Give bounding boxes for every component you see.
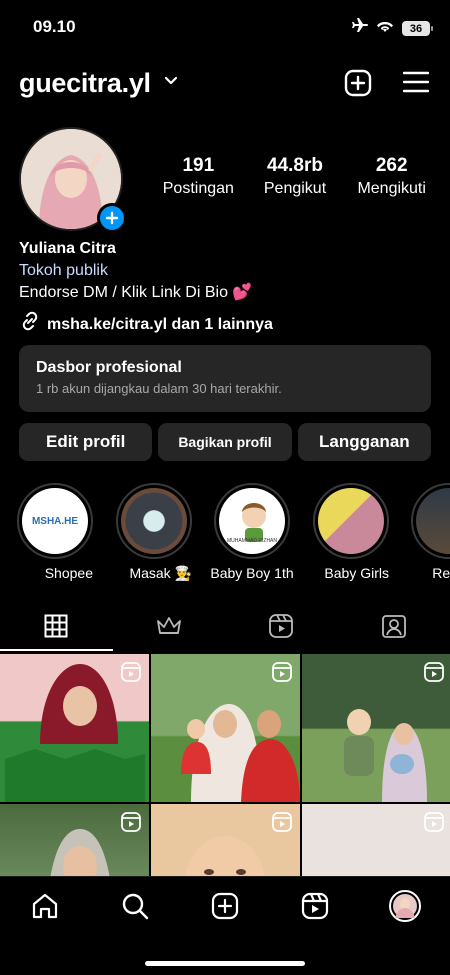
crown-icon [156, 615, 182, 642]
bio-text: Endorse DM / Klik Link Di Bio 💕 [19, 284, 253, 301]
wifi-icon [376, 19, 394, 38]
highlight-cover: MSHA.HE [17, 483, 93, 559]
status-icons: 36 [350, 18, 433, 39]
create-post-icon[interactable] [210, 891, 240, 926]
professional-dashboard[interactable]: Dasbor profesional 1 rb akun dijangkau d… [19, 345, 431, 412]
battery-icon: 36 [402, 21, 433, 36]
highlight-cover [116, 483, 192, 559]
stat-posts[interactable]: 191 Postingan [150, 155, 247, 198]
reels-icon [121, 662, 141, 687]
highlight-label: Read [432, 565, 450, 581]
home-indicator [145, 961, 305, 966]
dashboard-subtitle: 1 rb akun dijangkau dalam 30 hari terakh… [36, 381, 282, 396]
highlight-cover [411, 483, 450, 559]
edit-profile-button[interactable]: Edit profil [19, 423, 153, 461]
profile-stats: 191 Postingan 44.8rb Pengikut 262 Mengik… [150, 155, 440, 198]
highlight-cover: MUHAMMAD RIZHAN [214, 483, 290, 559]
highlight-cover-text: MSHA.HE [31, 515, 79, 527]
profile-avatar[interactable] [19, 127, 127, 233]
create-button[interactable] [344, 69, 372, 102]
dashboard-title: Dasbor profesional [36, 359, 182, 376]
highlight-masak[interactable]: Masak 👨‍🍳 [116, 483, 192, 583]
profile-bio: Yuliana Citra Tokoh publik Endorse DM / … [19, 238, 273, 339]
reels-icon [268, 613, 294, 644]
bio-link-text: msha.ke/citra.yl dan 1 lainnya [47, 315, 273, 333]
grid-icon [44, 614, 68, 643]
stat-followers[interactable]: 44.8rb Pengikut [247, 155, 344, 198]
profile-category[interactable]: Tokoh publik [19, 260, 273, 282]
display-name: Yuliana Citra [19, 240, 116, 257]
link-icon [19, 310, 41, 339]
username-switcher[interactable]: guecitra.yl [19, 68, 151, 99]
share-profile-button[interactable]: Bagikan profil [158, 423, 292, 461]
profile-tabs [0, 605, 450, 651]
highlight-label: Baby Girls [324, 565, 389, 581]
reels-icon[interactable] [300, 891, 330, 926]
tagged-icon [381, 613, 407, 644]
reels-icon [272, 662, 292, 687]
stat-number: 44.8rb [267, 155, 323, 176]
tab-reels[interactable] [225, 605, 338, 651]
highlight-label: Baby Boy 1th [210, 565, 294, 581]
tab-posts-grid[interactable] [0, 605, 113, 651]
highlight-shopee[interactable]: MSHA.HE Shopee [17, 483, 93, 583]
search-icon[interactable] [120, 891, 150, 926]
highlight-label: Masak 👨‍🍳 [129, 565, 192, 581]
add-story-button[interactable] [97, 203, 127, 233]
home-icon[interactable] [30, 891, 60, 926]
highlight-baby-boy[interactable]: MUHAMMAD RIZHAN Baby Boy 1th [210, 483, 294, 583]
status-bar: 09.10 36 [0, 0, 450, 54]
post-thumbnail[interactable] [0, 654, 149, 802]
reels-icon [424, 812, 444, 837]
highlight-cover-text: MUHAMMAD RIZHAN [227, 538, 277, 544]
status-time: 09.10 [33, 17, 76, 36]
stat-following[interactable]: 262 Mengikuti [343, 155, 440, 198]
post-thumbnail[interactable] [302, 654, 450, 802]
stat-label: Postingan [162, 180, 234, 197]
stat-label: Pengikut [263, 180, 327, 197]
chevron-down-icon[interactable] [164, 74, 178, 93]
reels-icon [424, 662, 444, 687]
profile-actions: Edit profil Bagikan profil Langganan [19, 423, 431, 461]
bio-link[interactable]: msha.ke/citra.yl dan 1 lainnya [19, 310, 273, 339]
highlight-baby-girls[interactable]: Baby Girls [313, 483, 389, 583]
highlight-cover [313, 483, 389, 559]
highlight-label: Shopee [44, 565, 93, 581]
tab-tagged[interactable] [338, 605, 450, 651]
stat-number: 262 [375, 155, 408, 176]
menu-icon[interactable] [402, 71, 430, 98]
stat-label: Mengikuti [357, 180, 426, 197]
bottom-nav [0, 876, 450, 975]
reels-icon [272, 812, 292, 837]
profile-header: guecitra.yl [0, 62, 450, 106]
story-highlights: MSHA.HE Shopee Masak 👨‍🍳 MUHAMMAD RIZHAN… [0, 483, 450, 583]
tab-subscriptions[interactable] [113, 605, 226, 651]
profile-avatar-icon[interactable] [389, 890, 421, 927]
stat-number: 191 [182, 155, 215, 176]
reels-icon [121, 812, 141, 837]
airplane-icon [350, 18, 368, 39]
subscribe-button[interactable]: Langganan [297, 423, 431, 461]
post-thumbnail[interactable] [151, 654, 300, 802]
highlight-read[interactable]: Read [411, 483, 450, 583]
